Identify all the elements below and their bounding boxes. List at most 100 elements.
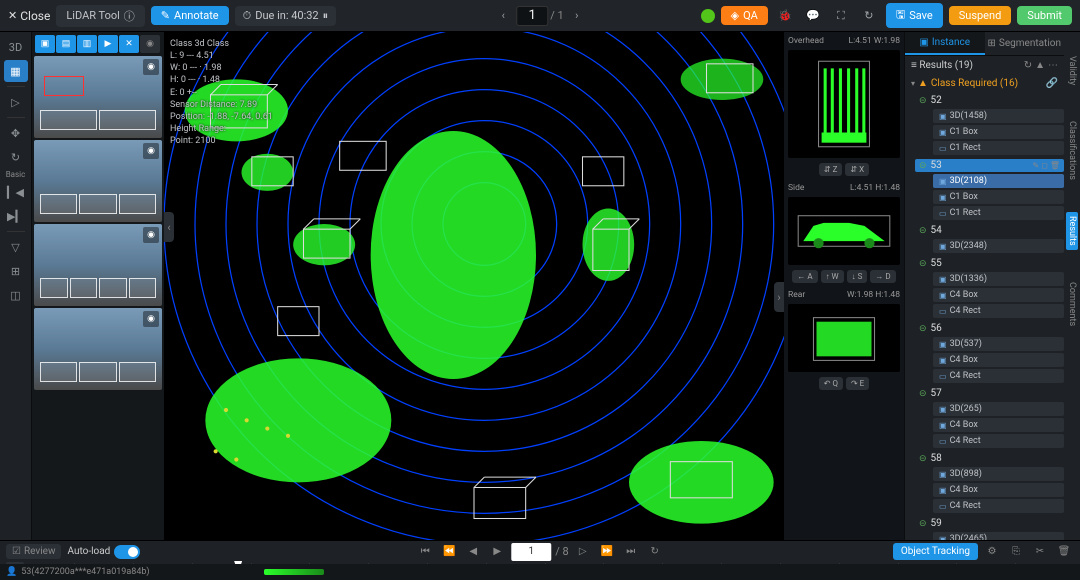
chat-icon[interactable]: 💬	[802, 5, 824, 27]
next-frame-icon[interactable]: ▷	[573, 543, 593, 561]
result-sub[interactable]: C4 Rect	[933, 304, 1064, 318]
camera-4-thumb[interactable]: ◉	[34, 308, 162, 390]
skip-last-icon[interactable]: ⏭	[621, 543, 641, 561]
tab-instance[interactable]: ▣ Instance	[905, 32, 985, 55]
camera-3-thumb[interactable]: ◉	[34, 224, 162, 306]
tab-results[interactable]: Results	[1066, 212, 1078, 250]
result-sub[interactable]: 3D(1336)	[933, 272, 1064, 286]
result-sub[interactable]: 3D(537)	[933, 337, 1064, 351]
result-sub[interactable]: C4 Rect	[933, 434, 1064, 448]
main-3d-viewport[interactable]: Class 3d Class L: 9 --- 4.51 W: 0 --- · …	[164, 32, 784, 540]
collapse-left-icon[interactable]: ‹	[164, 212, 174, 242]
filter-tool[interactable]: ▽	[4, 236, 28, 258]
result-sub[interactable]: C4 Box	[933, 418, 1064, 432]
result-sub[interactable]: 3D(265)	[933, 402, 1064, 416]
mode-3d[interactable]: 3D	[4, 36, 28, 58]
thumb-eye-toggle[interactable]: ◉	[140, 35, 160, 53]
eye-icon[interactable]: ◉	[143, 59, 159, 75]
result-sub[interactable]: C4 Rect	[933, 499, 1064, 513]
tab-classifications[interactable]: Classifications	[1066, 117, 1078, 184]
move-tool[interactable]: ✥	[4, 122, 28, 144]
result-sub[interactable]: C1 Rect	[933, 141, 1064, 155]
camera-2-thumb[interactable]: ◉	[34, 140, 162, 222]
result-sub[interactable]: 3D(2108)	[933, 174, 1064, 188]
tab-segmentation[interactable]: ⊞ Segmentation	[985, 32, 1065, 55]
tab-validity[interactable]: Validity	[1066, 52, 1078, 89]
link-icon[interactable]: 🔗	[1046, 78, 1058, 89]
thumb-btn-1[interactable]: ▣	[35, 35, 55, 53]
eye-icon[interactable]: ◉	[143, 311, 159, 327]
autoload-toggle[interactable]: Auto-load	[67, 545, 140, 559]
result-sub[interactable]: C4 Box	[933, 483, 1064, 497]
thumb-btn-5[interactable]: ✕	[119, 35, 139, 53]
loop-icon[interactable]: ↻	[645, 543, 665, 561]
rotate-q[interactable]: ↶ Q	[819, 377, 843, 390]
refresh-results-icon[interactable]: ↻	[1024, 60, 1032, 71]
result-item-57[interactable]: 57	[919, 387, 1064, 400]
result-item-56[interactable]: 56	[919, 322, 1064, 335]
object-tracking-button[interactable]: Object Tracking	[893, 543, 978, 560]
result-sub[interactable]: C1 Rect	[933, 206, 1064, 220]
split-icon[interactable]: ✂	[1030, 543, 1050, 561]
tool-selector[interactable]: LiDAR Toolⓘ	[56, 5, 144, 27]
qa-button[interactable]: ◈ QA	[721, 6, 768, 25]
result-item-54[interactable]: 54	[919, 224, 1064, 237]
pause-icon[interactable]: ⏸	[323, 9, 329, 23]
rotate-e[interactable]: ↷ E	[846, 377, 869, 390]
tab-comments[interactable]: Comments	[1066, 278, 1078, 330]
lock-x[interactable]: ⇵ X	[845, 163, 869, 176]
step-back[interactable]: ▎◀	[4, 181, 28, 203]
thumb-btn-2[interactable]: ▤	[56, 35, 76, 53]
ffwd-icon[interactable]: ⏩	[597, 543, 617, 561]
pointer-tool[interactable]: ▷	[4, 91, 28, 113]
result-sub[interactable]: C1 Box	[933, 190, 1064, 204]
result-sub[interactable]: C1 Box	[933, 125, 1064, 139]
gear-icon[interactable]: ⚙	[982, 543, 1002, 561]
warn-icon[interactable]: ▲	[1035, 60, 1045, 71]
next-page-icon[interactable]: ›	[566, 5, 588, 27]
copy-icon[interactable]: ⎘	[1006, 543, 1026, 561]
trash-icon[interactable]: 🗑	[1054, 543, 1074, 561]
fullscreen-icon[interactable]: ⛶	[830, 5, 852, 27]
suspend-button[interactable]: Suspend	[949, 6, 1012, 25]
play-icon[interactable]: ▶	[487, 543, 507, 561]
result-sub[interactable]: C4 Box	[933, 288, 1064, 302]
rotate-tool[interactable]: ↻	[4, 146, 28, 168]
crop-tool[interactable]: ◫	[4, 284, 28, 306]
save-button[interactable]: 🖫 Save	[886, 3, 943, 28]
toggle-switch[interactable]	[114, 545, 140, 559]
side-view[interactable]	[788, 197, 900, 265]
mode-2d[interactable]: ▦	[4, 60, 28, 82]
overhead-view[interactable]	[788, 50, 900, 158]
prev-frame-icon[interactable]: ◀	[463, 543, 483, 561]
grid-tool[interactable]: ⊞	[4, 260, 28, 282]
result-item-59[interactable]: 59	[919, 517, 1064, 530]
result-sub[interactable]: 3D(2348)	[933, 239, 1064, 253]
result-sub[interactable]: C4 Box	[933, 353, 1064, 367]
result-sub[interactable]: 3D(2465)	[933, 532, 1064, 540]
result-item-52[interactable]: 52	[919, 94, 1064, 107]
arrow-w[interactable]: ↑ W	[821, 270, 844, 283]
frame-input[interactable]	[511, 543, 551, 561]
result-item-55[interactable]: 55	[919, 257, 1064, 270]
rear-view[interactable]	[788, 304, 900, 372]
camera-1-thumb[interactable]: ◉	[34, 56, 162, 138]
arrow-a[interactable]: ← A	[792, 270, 817, 283]
rewind-icon[interactable]: ⏪	[439, 543, 459, 561]
page-input[interactable]	[516, 6, 548, 26]
arrow-d[interactable]: → D	[870, 270, 895, 283]
collapse-right-icon[interactable]: ›	[774, 282, 784, 312]
submit-button[interactable]: Submit	[1017, 6, 1072, 25]
eye-icon[interactable]: ◉	[143, 143, 159, 159]
arrow-s[interactable]: ↓ S	[847, 270, 868, 283]
annotate-button[interactable]: ✎ Annotate	[151, 6, 229, 25]
result-sub[interactable]: 3D(898)	[933, 467, 1064, 481]
result-sub[interactable]: 3D(1458)	[933, 109, 1064, 123]
step-fwd[interactable]: ▶▎	[4, 205, 28, 227]
thumb-btn-3[interactable]: ▥	[77, 35, 97, 53]
result-sub[interactable]: C4 Rect	[933, 369, 1064, 383]
close-button[interactable]: Close	[8, 9, 50, 23]
bug-icon[interactable]: 🐞	[774, 5, 796, 27]
refresh-icon[interactable]: ↻	[858, 5, 880, 27]
group-class-required[interactable]: ▲Class Required (16)🔗	[905, 75, 1064, 92]
